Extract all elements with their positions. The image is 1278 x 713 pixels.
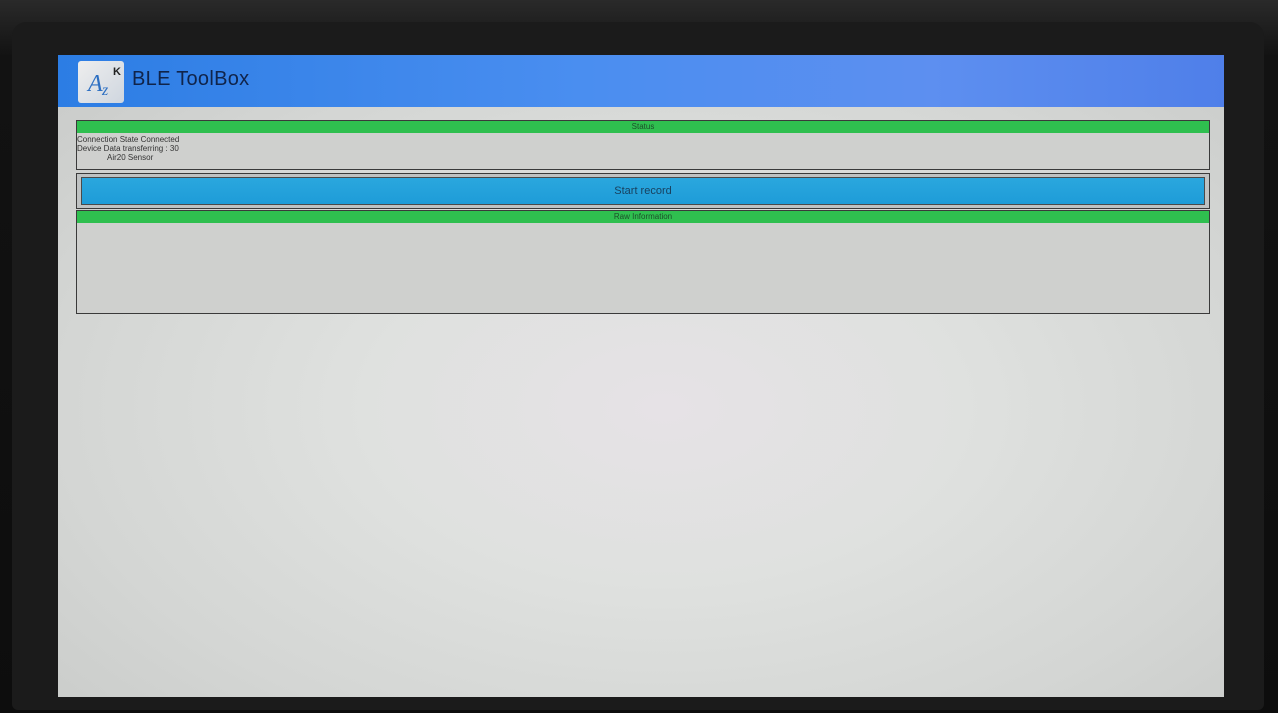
status-line-transfer: Device Data transferring : 30 bbox=[77, 144, 179, 153]
status-header: Status bbox=[77, 121, 1209, 133]
photo-background: A z K BLE ToolBox Status Connection Stat… bbox=[0, 0, 1278, 713]
status-line-sensor: Air20 Sensor bbox=[107, 153, 154, 162]
svg-text:z: z bbox=[101, 82, 109, 99]
start-record-button[interactable]: Start record bbox=[81, 177, 1205, 205]
status-panel: Status Connection State Connected Device… bbox=[76, 120, 1210, 170]
svg-text:A: A bbox=[86, 71, 103, 97]
raw-information-header: Raw Information bbox=[77, 211, 1209, 223]
raw-information-body bbox=[77, 223, 1209, 311]
record-panel: Start record bbox=[76, 173, 1210, 209]
svg-text:K: K bbox=[113, 66, 121, 78]
status-lines: Connection State Connected Device Data t… bbox=[77, 133, 1209, 162]
app-logo-icon: A z K bbox=[78, 61, 124, 103]
status-line-connection: Connection State Connected bbox=[77, 135, 180, 144]
raw-information-panel: Raw Information bbox=[76, 210, 1210, 314]
title-bar: A z K BLE ToolBox bbox=[58, 55, 1224, 107]
app-window: A z K BLE ToolBox Status Connection Stat… bbox=[58, 55, 1224, 697]
app-title: BLE ToolBox bbox=[132, 68, 250, 90]
